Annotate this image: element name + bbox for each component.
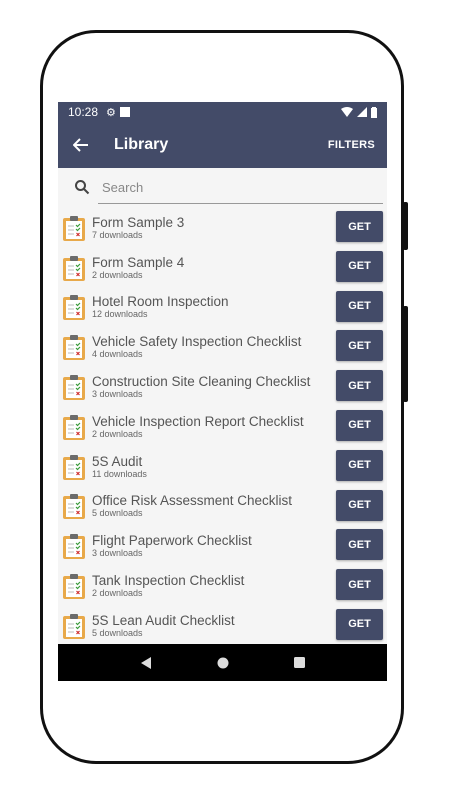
list-item[interactable]: Form Sample 3 7 downloads GET xyxy=(58,208,387,248)
clipboard-icon xyxy=(63,215,85,241)
clipboard-icon xyxy=(63,335,85,361)
app-bar: Library FILTERS xyxy=(58,122,387,168)
search-icon xyxy=(75,180,90,195)
item-name: Form Sample 3 xyxy=(92,214,185,230)
item-name: 5S Lean Audit Checklist xyxy=(92,612,235,628)
item-name: Vehicle Safety Inspection Checklist xyxy=(92,334,302,350)
item-downloads: 2 downloads xyxy=(92,588,143,599)
nav-home-icon[interactable] xyxy=(217,657,229,669)
item-downloads: 4 downloads xyxy=(92,349,143,360)
clipboard-icon xyxy=(63,295,85,321)
item-downloads: 11 downloads xyxy=(92,468,147,479)
search-input[interactable] xyxy=(100,178,344,196)
filters-button[interactable]: FILTERS xyxy=(328,139,375,151)
get-button[interactable]: GET xyxy=(336,489,383,521)
item-name: Vehicle Inspection Report Checklist xyxy=(92,413,304,429)
item-name: Tank Inspection Checklist xyxy=(92,573,245,589)
get-button[interactable]: GET xyxy=(336,330,383,362)
list-item[interactable]: Tank Inspection Checklist 2 downloads GE… xyxy=(58,566,387,606)
get-button[interactable]: GET xyxy=(336,529,383,561)
item-downloads: 7 downloads xyxy=(92,229,143,240)
status-time: 10:28 xyxy=(68,105,99,119)
wifi-icon xyxy=(341,107,353,117)
list-item[interactable]: Vehicle Safety Inspection Checklist 4 do… xyxy=(58,327,387,367)
list-item[interactable]: Office Risk Assessment Checklist 5 downl… xyxy=(58,487,387,527)
clipboard-icon xyxy=(63,454,85,480)
clipboard-icon xyxy=(63,613,85,639)
nav-recents-icon[interactable] xyxy=(293,657,305,668)
nav-back-icon[interactable] xyxy=(140,656,152,669)
item-downloads: 2 downloads xyxy=(92,428,143,439)
search-underline xyxy=(98,203,383,204)
item-name: Flight Paperwork Checklist xyxy=(92,533,252,549)
item-name: Hotel Room Inspection xyxy=(92,294,229,310)
clipboard-icon xyxy=(63,534,85,560)
back-arrow-icon[interactable] xyxy=(70,134,92,156)
volume-button xyxy=(403,306,408,402)
get-button[interactable]: GET xyxy=(336,370,383,402)
notification-square-icon xyxy=(119,107,130,117)
get-button[interactable]: GET xyxy=(336,569,383,601)
list-item[interactable]: Flight Paperwork Checklist 3 downloads G… xyxy=(58,526,387,566)
list-item[interactable]: Hotel Room Inspection 12 downloads GET xyxy=(58,288,387,328)
clipboard-icon xyxy=(63,494,85,520)
item-downloads: 2 downloads xyxy=(92,269,143,280)
list-item[interactable]: 5S Lean Audit Checklist 5 downloads GET xyxy=(58,606,387,646)
get-button[interactable]: GET xyxy=(336,211,383,242)
nav-bar xyxy=(58,644,387,681)
item-downloads: 5 downloads xyxy=(92,627,143,638)
list-item[interactable]: Construction Site Cleaning Checklist 3 d… xyxy=(58,367,387,407)
item-downloads: 3 downloads xyxy=(92,548,143,559)
clipboard-icon xyxy=(63,414,85,440)
list-item[interactable]: Vehicle Inspection Report Checklist 2 do… xyxy=(58,407,387,447)
power-button xyxy=(403,202,408,250)
battery-icon xyxy=(371,106,377,118)
get-button[interactable]: GET xyxy=(336,290,383,322)
item-downloads: 12 downloads xyxy=(92,309,148,320)
list-item[interactable]: Form Sample 4 2 downloads GET xyxy=(58,248,387,288)
list-item[interactable]: 5S Audit 11 downloads GET xyxy=(58,447,387,487)
item-name: Construction Site Cleaning Checklist xyxy=(92,374,311,390)
item-name: 5S Audit xyxy=(92,453,143,469)
get-button[interactable]: GET xyxy=(336,250,383,282)
item-downloads: 5 downloads xyxy=(92,508,143,519)
clipboard-icon xyxy=(63,255,85,281)
signal-icon xyxy=(357,107,367,117)
status-bar: 10:28 ⚙ xyxy=(58,102,387,122)
item-name: Office Risk Assessment Checklist xyxy=(92,493,293,509)
library-list: Form Sample 3 7 downloads GET Form Sampl… xyxy=(58,206,387,646)
clipboard-icon xyxy=(63,375,85,401)
get-button[interactable]: GET xyxy=(336,449,383,481)
page-title: Library xyxy=(114,136,169,153)
item-name: Form Sample 4 xyxy=(92,254,185,270)
get-button[interactable]: GET xyxy=(336,409,383,441)
get-button[interactable]: GET xyxy=(336,608,383,640)
clipboard-icon xyxy=(63,574,85,600)
screen: 10:28 ⚙ Library FILTERS Search Form Samp… xyxy=(58,102,387,681)
item-downloads: 3 downloads xyxy=(92,389,143,400)
settings-gear-icon: ⚙ xyxy=(106,106,116,119)
search-bar xyxy=(58,168,387,206)
